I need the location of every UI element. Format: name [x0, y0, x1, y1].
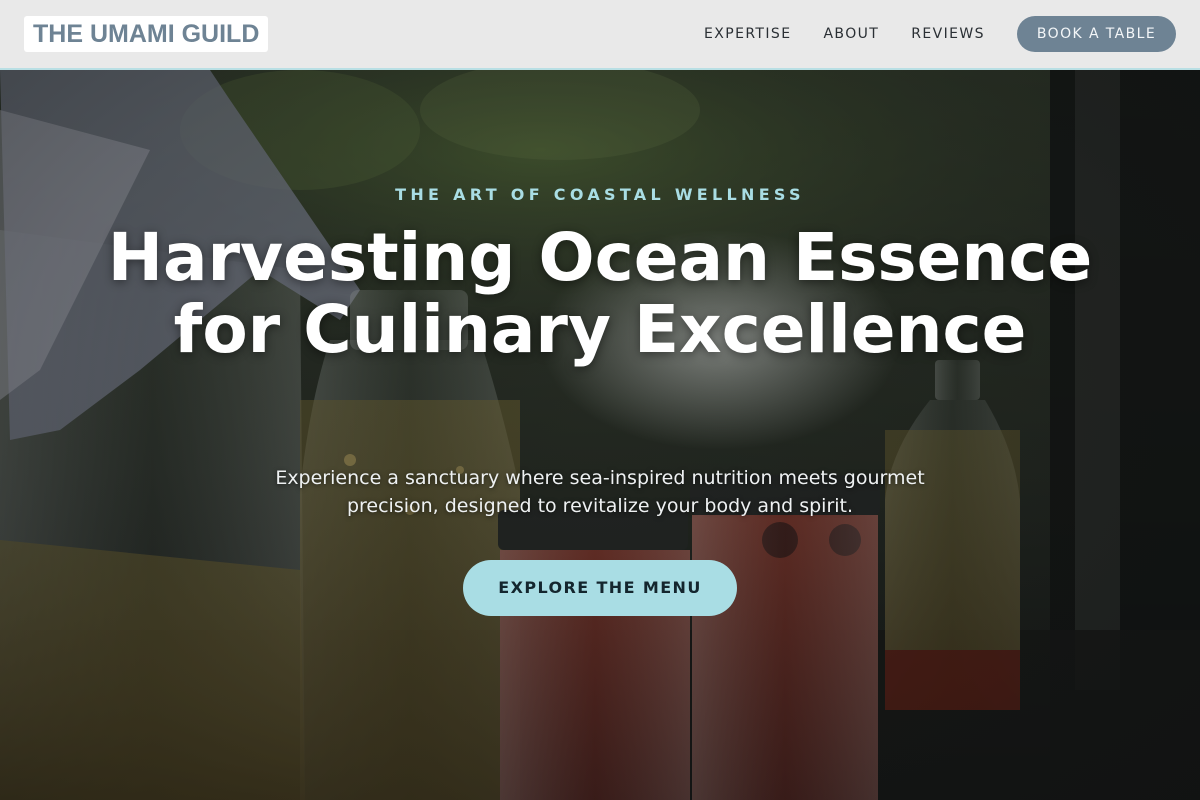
top-navigation-bar: THE UMAMI GUILD EXPERTISE ABOUT REVIEWS …: [0, 0, 1200, 70]
hero-headline: Harvesting Ocean Essence for Culinary Ex…: [107, 219, 1093, 368]
brand-logo[interactable]: THE UMAMI GUILD: [24, 16, 269, 52]
nav-link-expertise[interactable]: EXPERTISE: [690, 18, 805, 50]
nav-link-reviews[interactable]: REVIEWS: [897, 18, 999, 50]
nav-links: EXPERTISE ABOUT REVIEWS: [690, 0, 999, 68]
nav-link-about[interactable]: ABOUT: [809, 18, 893, 50]
hero-subtext: Experience a sanctuary where sea-inspire…: [275, 467, 925, 517]
hero-dark-overlay: [0, 70, 1200, 800]
explore-menu-button[interactable]: EXPLORE THE MENU: [463, 560, 737, 616]
book-a-table-button[interactable]: BOOK A TABLE: [1017, 16, 1176, 52]
hero-eyebrow: THE ART OF COASTAL WELLNESS: [395, 185, 805, 204]
hero-section: THE ART OF COASTAL WELLNESS Harvesting O…: [0, 70, 1200, 800]
